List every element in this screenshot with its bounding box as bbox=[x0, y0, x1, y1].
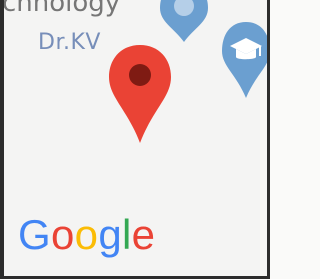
google-letter: o bbox=[50, 211, 75, 258]
place-icon[interactable] bbox=[160, 0, 208, 42]
map-label-top: chnology bbox=[2, 0, 121, 18]
google-letter: e bbox=[131, 211, 156, 258]
graduation-cap-icon[interactable] bbox=[222, 22, 270, 100]
map-view[interactable]: chnology Dr.KV Google bbox=[0, 0, 270, 279]
google-letter: g bbox=[98, 211, 122, 258]
google-letter: G bbox=[18, 211, 51, 258]
google-letter: l bbox=[122, 211, 132, 258]
google-logo: Google bbox=[18, 214, 155, 256]
place-label-drkv[interactable]: Dr.KV bbox=[38, 30, 101, 55]
google-letter: o bbox=[74, 211, 99, 258]
map-marker-icon[interactable] bbox=[107, 43, 173, 145]
